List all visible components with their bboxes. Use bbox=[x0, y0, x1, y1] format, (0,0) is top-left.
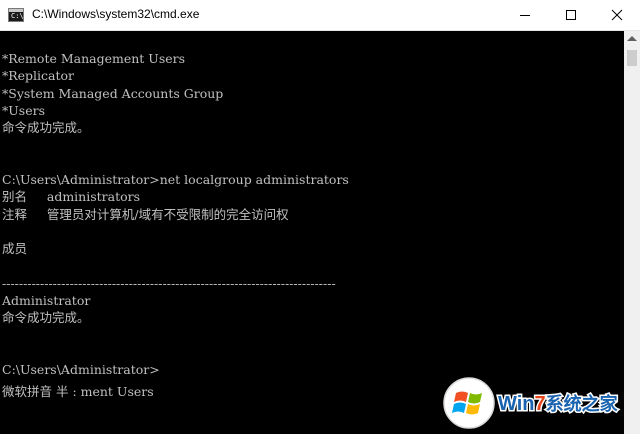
console-line: 别名 administrators bbox=[2, 189, 141, 205]
console-icon[interactable]: C:\ bbox=[8, 8, 24, 22]
console-line: 注释 管理员对计算机/域有不受限制的完全访问权 bbox=[2, 206, 289, 222]
watermark-logo: Win7系统之家 bbox=[442, 376, 636, 430]
watermark-text-suffix: 系统之家 bbox=[546, 393, 619, 415]
console-line: C:\Users\Administrator>net localgroup ad… bbox=[2, 172, 349, 188]
scroll-up-arrow-icon[interactable] bbox=[627, 36, 637, 41]
console-line: ----------------------------------------… bbox=[2, 275, 336, 291]
watermark-text-prefix: Win bbox=[498, 393, 534, 415]
window-title: C:\Windows\system32\cmd.exe bbox=[32, 7, 200, 21]
vertical-scrollbar[interactable] bbox=[624, 31, 640, 434]
close-button[interactable] bbox=[594, 0, 640, 30]
title-bar[interactable]: C:\ C:\Windows\system32\cmd.exe bbox=[0, 0, 640, 31]
console-line: *System Managed Accounts Group bbox=[2, 85, 224, 101]
console-line: *Remote Management Users bbox=[2, 51, 186, 66]
maximize-button[interactable] bbox=[548, 0, 594, 30]
close-icon bbox=[611, 9, 623, 21]
console-output[interactable]: *Remote Management Users *Replicator *Syst… bbox=[0, 31, 624, 434]
scroll-thumb[interactable] bbox=[627, 50, 637, 66]
watermark-text: Win7系统之家 bbox=[497, 392, 621, 417]
console-line: Administrator bbox=[2, 293, 91, 309]
console-line: 成员 bbox=[2, 241, 28, 257]
console-line: *Users bbox=[2, 102, 45, 118]
watermark-text-digit: 7 bbox=[534, 393, 545, 415]
ime-status-bar: 微软拼音 半 : ment Users bbox=[2, 384, 154, 399]
minimize-icon bbox=[520, 15, 530, 16]
console-lines: *Remote Management Users *Replicator *Syst… bbox=[2, 50, 349, 379]
console-line: 命令成功完成。 bbox=[2, 310, 90, 326]
console-line: C:\Users\Administrator> bbox=[2, 362, 160, 378]
cmd-window: C:\ C:\Windows\system32\cmd.exe *Remote … bbox=[0, 0, 640, 434]
maximize-icon bbox=[566, 10, 576, 20]
console-line: *Replicator bbox=[2, 68, 75, 84]
svg-text:Win7系统之家: Win7系统之家 bbox=[498, 393, 619, 415]
windows-logo-icon bbox=[443, 377, 495, 429]
console-line: 命令成功完成。 bbox=[2, 120, 90, 136]
minimize-button[interactable] bbox=[502, 0, 548, 30]
